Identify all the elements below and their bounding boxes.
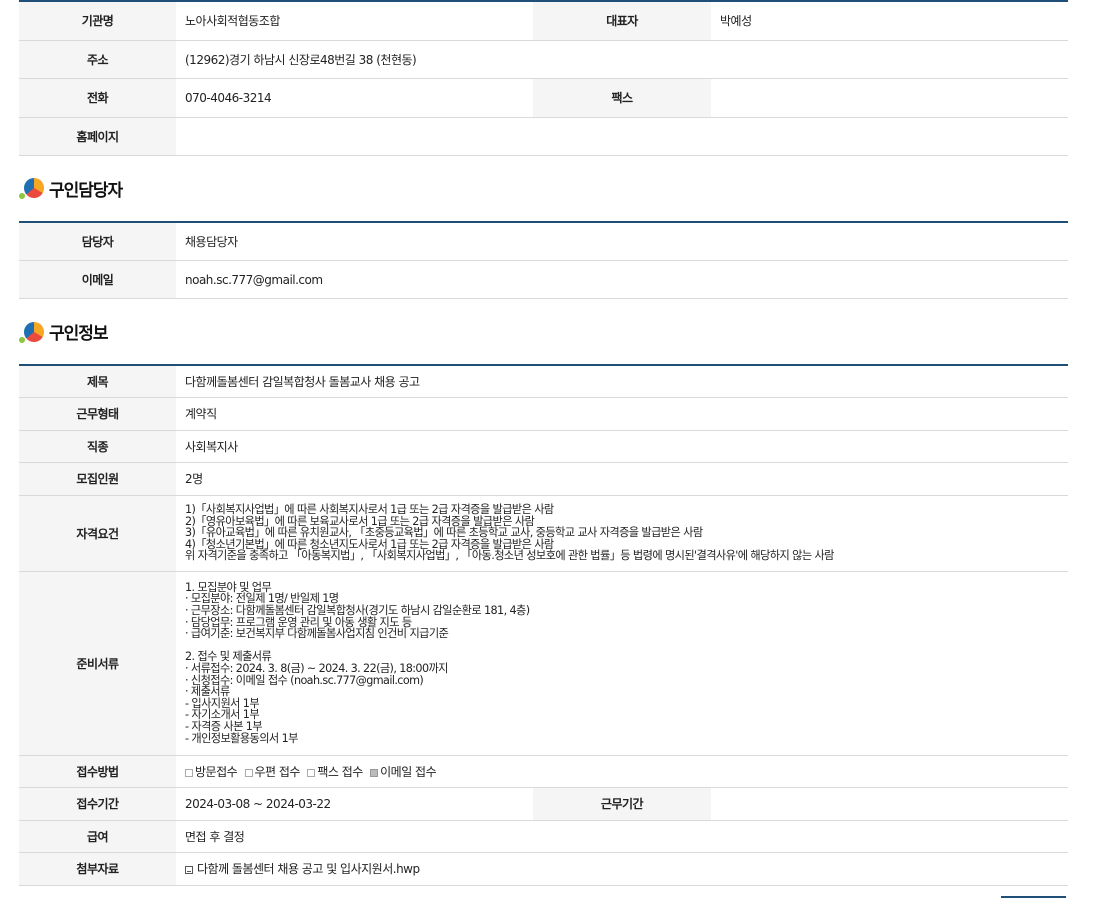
occupation-row: 직종 사회복지사 xyxy=(19,430,1068,463)
org-info-table: 기관명 노아사회적협동조합 대표자 박예성 주소 (12962)경기 하남시 신… xyxy=(19,0,1068,156)
subject-value: 다함께돌봄센터 감일복합청사 돌봄교사 채용 공고 xyxy=(176,365,1068,398)
addr-label: 주소 xyxy=(19,40,176,79)
email-row: 이메일 noah.sc.777@gmail.com xyxy=(19,260,1068,299)
occupation-label: 직종 xyxy=(19,430,176,463)
salary-row: 급여 면접 후 결정 xyxy=(19,820,1068,853)
org-name-row: 기관명 노아사회적협동조합 대표자 박예성 xyxy=(19,1,1068,41)
worktype-row: 근무형태 계약직 xyxy=(19,397,1068,431)
work-period-value xyxy=(711,787,1068,821)
worktype-value: 계약직 xyxy=(176,397,1068,431)
tel-value: 070-4046-3214 xyxy=(176,78,533,118)
apply-period-row: 접수기간 2024-03-08 ~ 2024-03-22 근무기간 xyxy=(19,787,1068,821)
apply-method-options: 방문접수 우편 접수 팩스 접수 이메일 접수 xyxy=(176,755,1068,788)
file-icon xyxy=(185,866,193,874)
fax-label: 팩스 xyxy=(533,78,711,118)
job-section-header: 구인정보 xyxy=(19,299,1068,364)
documents-label: 준비서류 xyxy=(19,571,176,756)
apply-method-row: 접수방법 방문접수 우편 접수 팩스 접수 이메일 접수 xyxy=(19,755,1068,788)
method-email[interactable]: 이메일 접수 xyxy=(370,765,437,779)
attachment-link[interactable]: 다함께 돌봄센터 채용 공고 및 입사지원서.hwp xyxy=(185,862,420,876)
qualification-label: 자격요건 xyxy=(19,495,176,572)
checkbox-icon xyxy=(244,768,253,777)
work-period-label: 근무기간 xyxy=(533,787,711,821)
method-fax[interactable]: 팩스 접수 xyxy=(307,765,363,779)
apply-period-label: 접수기간 xyxy=(19,787,176,821)
checkbox-icon xyxy=(307,768,316,777)
contact-person-row: 담당자 채용담당자 xyxy=(19,221,1068,261)
contact-section-title: 구인담당자 xyxy=(49,180,123,201)
contact-person-label: 담당자 xyxy=(19,221,176,261)
worktype-label: 근무형태 xyxy=(19,397,176,431)
tel-row: 전화 070-4046-3214 팩스 xyxy=(19,78,1068,118)
documents-value: 1. 모집분야 및 업무 · 모집분야: 전일제 1명/ 반일제 1명 · 근무… xyxy=(176,571,1068,756)
documents-row: 준비서류 1. 모집분야 및 업무 · 모집분야: 전일제 1명/ 반일제 1명… xyxy=(19,571,1068,756)
method-mail[interactable]: 우편 접수 xyxy=(244,765,300,779)
attachment-cell: 다함께 돌봄센터 채용 공고 및 입사지원서.hwp xyxy=(176,852,1068,886)
home-label: 홈페이지 xyxy=(19,117,176,156)
job-section-title: 구인정보 xyxy=(49,324,109,344)
section-logo-icon xyxy=(19,176,45,200)
salary-label: 급여 xyxy=(19,820,176,853)
attachment-label: 첨부자료 xyxy=(19,852,176,886)
tel-label: 전화 xyxy=(19,78,176,118)
contact-person-value: 채용담당자 xyxy=(176,221,1068,261)
job-table: 제목 다함께돌봄센터 감일복합청사 돌봄교사 채용 공고 근무형태 계약직 직종… xyxy=(19,364,1068,886)
apply-method-label: 접수방법 xyxy=(19,755,176,788)
method-visit[interactable]: 방문접수 xyxy=(185,765,238,779)
email-label: 이메일 xyxy=(19,260,176,299)
apply-period-value: 2024-03-08 ~ 2024-03-22 xyxy=(176,787,533,821)
recruit-count-label: 모집인원 xyxy=(19,462,176,496)
subject-label: 제목 xyxy=(19,365,176,398)
contact-table: 담당자 채용담당자 이메일 noah.sc.777@gmail.com xyxy=(19,220,1068,299)
home-row: 홈페이지 xyxy=(19,117,1068,156)
addr-value: (12962)경기 하남시 신장로48번길 38 (천현동) xyxy=(176,40,1068,79)
addr-row: 주소 (12962)경기 하남시 신장로48번길 38 (천현동) xyxy=(19,40,1068,79)
org-name-label: 기관명 xyxy=(19,1,176,41)
home-value[interactable] xyxy=(176,117,1068,156)
qualification-value: 1)「사회복지사업법」에 따른 사회복지사로서 1급 또는 2급 자격증을 발급… xyxy=(176,495,1068,572)
recruit-count-value: 2명 xyxy=(176,462,1068,496)
salary-value: 면접 후 결정 xyxy=(176,820,1068,853)
occupation-value: 사회복지사 xyxy=(176,430,1068,463)
section-logo-icon xyxy=(19,320,45,344)
subject-row: 제목 다함께돌봄센터 감일복합청사 돌봄교사 채용 공고 xyxy=(19,365,1068,398)
attachment-row: 첨부자료 다함께 돌봄센터 채용 공고 및 입사지원서.hwp xyxy=(19,852,1068,886)
checkbox-checked-icon xyxy=(370,768,379,777)
fax-value xyxy=(711,78,1068,118)
qualification-row: 자격요건 1)「사회복지사업법」에 따른 사회복지사로서 1급 또는 2급 자격… xyxy=(19,495,1068,572)
email-value[interactable]: noah.sc.777@gmail.com xyxy=(176,260,1068,299)
checkbox-icon xyxy=(185,768,193,777)
recruit-count-row: 모집인원 2명 xyxy=(19,462,1068,496)
org-name-value: 노아사회적협동조합 xyxy=(176,1,533,41)
contact-section-header: 구인담당자 xyxy=(19,156,1068,221)
rep-label: 대표자 xyxy=(533,1,711,41)
rep-value: 박예성 xyxy=(711,1,1068,41)
